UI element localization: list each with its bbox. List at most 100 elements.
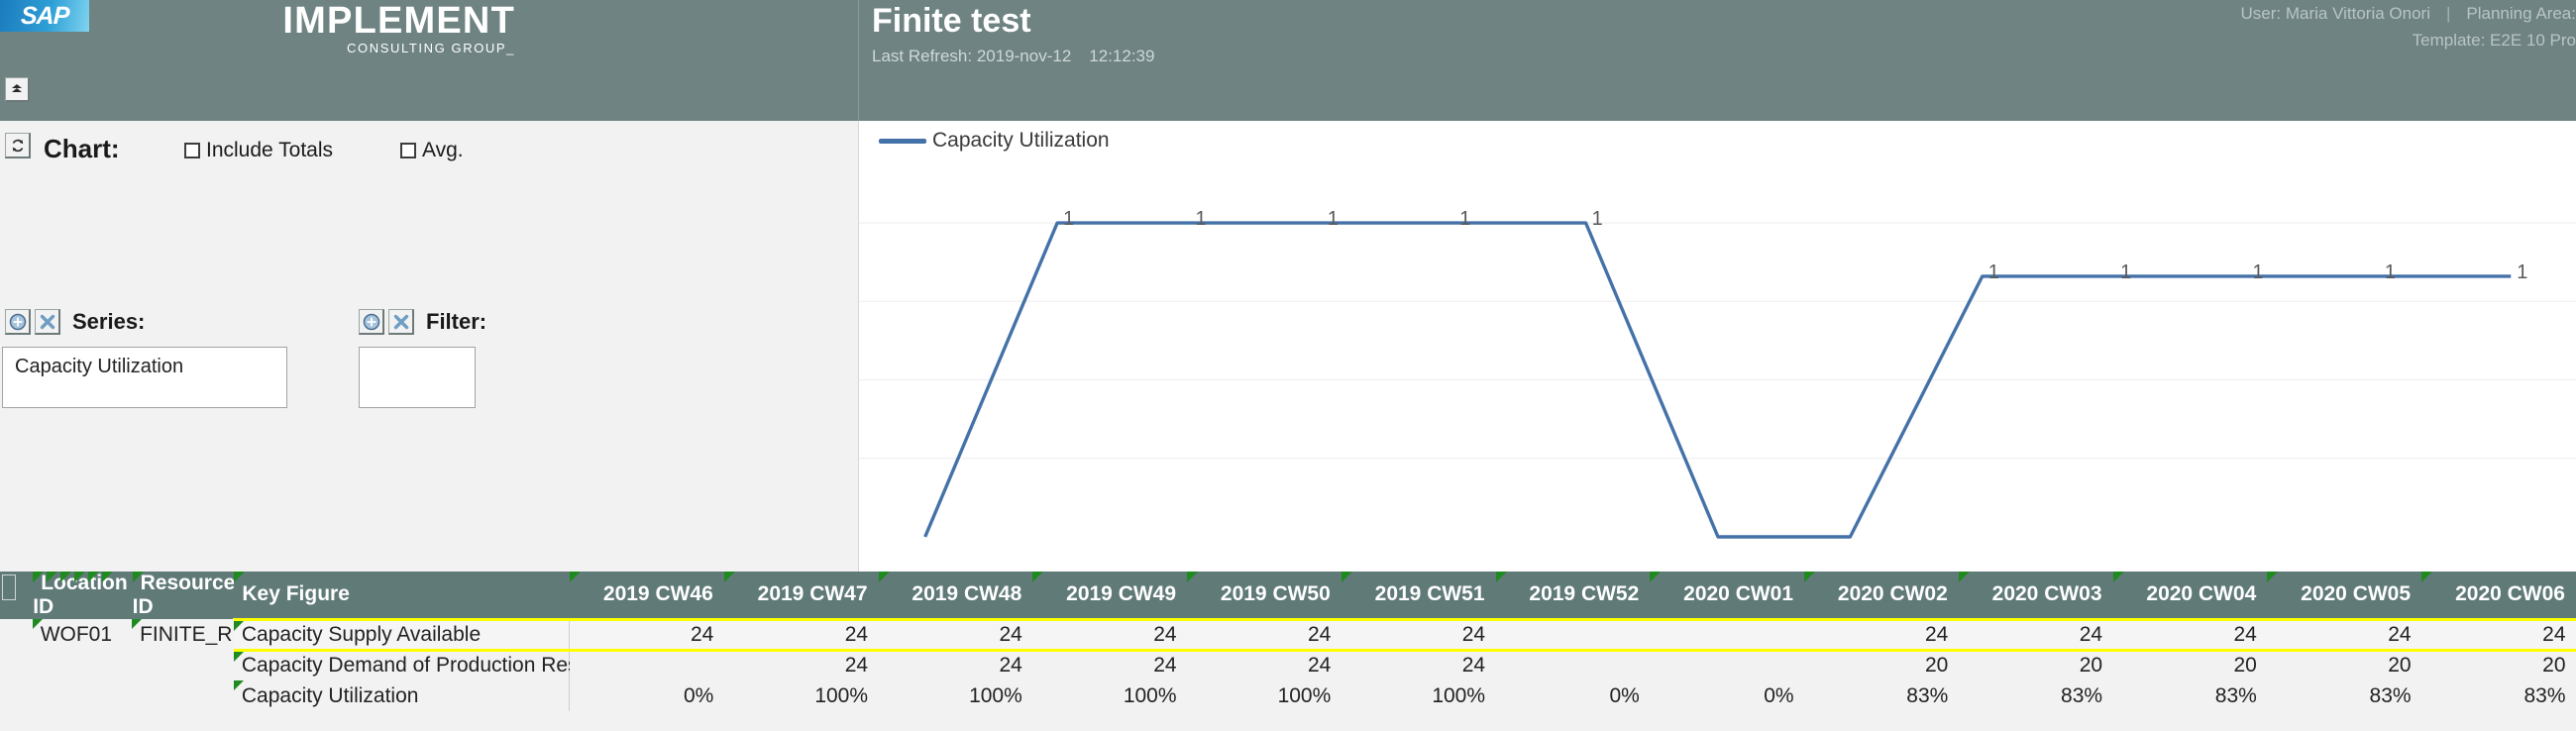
collapse-up-icon bbox=[12, 84, 22, 92]
cell-value[interactable]: 24 bbox=[723, 650, 879, 680]
cell-value[interactable]: 0% bbox=[1649, 680, 1804, 711]
row-selector[interactable] bbox=[0, 650, 33, 680]
cell-value[interactable]: 24 bbox=[1958, 617, 2113, 652]
cell-value-text: 20 bbox=[1924, 654, 1949, 678]
cell-value[interactable]: 24 bbox=[723, 617, 879, 652]
cell-value[interactable]: 24 bbox=[1186, 650, 1342, 680]
column-header-period[interactable]: 2019 CW48 bbox=[878, 572, 1033, 619]
column-header-period[interactable]: 2020 CW01 bbox=[1649, 572, 1805, 619]
cell-value[interactable]: 0% bbox=[569, 680, 724, 711]
cell-value[interactable]: 83% bbox=[1803, 680, 1959, 711]
cell-location-id[interactable] bbox=[32, 680, 133, 711]
cell-value[interactable]: 83% bbox=[1958, 680, 2113, 711]
cell-value[interactable]: 100% bbox=[1031, 680, 1187, 711]
cell-location-id[interactable] bbox=[32, 650, 133, 680]
cell-value[interactable] bbox=[569, 650, 724, 680]
cell-value[interactable]: 20 bbox=[1958, 650, 2113, 680]
collapse-panel-button[interactable] bbox=[5, 77, 30, 102]
refresh-chart-button[interactable] bbox=[5, 133, 31, 158]
grid-corner-selector[interactable] bbox=[0, 572, 34, 619]
cell-value[interactable]: 100% bbox=[723, 680, 879, 711]
add-series-button[interactable] bbox=[5, 309, 31, 335]
brand-subtitle: CONSULTING GROUP_ bbox=[347, 41, 515, 55]
cell-value[interactable]: 83% bbox=[2266, 680, 2421, 711]
column-header-period[interactable]: 2020 CW02 bbox=[1803, 572, 1959, 619]
row-selector[interactable] bbox=[0, 619, 33, 650]
cell-value[interactable]: 24 bbox=[878, 617, 1032, 652]
avg-checkbox[interactable]: Avg. bbox=[400, 139, 464, 162]
cell-value[interactable]: 24 bbox=[878, 650, 1032, 680]
cell-key-figure[interactable]: Capacity Utilization bbox=[233, 680, 570, 711]
cell-resource-id[interactable] bbox=[132, 650, 234, 680]
cell-value[interactable]: 83% bbox=[2112, 680, 2267, 711]
column-header-key-figure[interactable]: Key Figure bbox=[233, 572, 571, 619]
row-selector[interactable] bbox=[0, 680, 33, 711]
include-totals-label: Include Totals bbox=[206, 139, 334, 161]
table-row[interactable]: Capacity Demand of Production Resource 24… bbox=[0, 650, 2576, 680]
cell-comment-triangle-icon bbox=[233, 651, 244, 662]
column-header-location-id[interactable]: Location ID bbox=[32, 572, 133, 619]
series-listbox[interactable]: Capacity Utilization bbox=[2, 347, 287, 408]
cell-value[interactable]: 24 bbox=[1031, 650, 1187, 680]
filter-listbox[interactable] bbox=[359, 347, 476, 408]
cell-value[interactable]: 24 bbox=[2420, 617, 2576, 652]
series-list-item[interactable]: Capacity Utilization bbox=[3, 348, 286, 378]
application-root: SAP IMPLEMENT CONSULTING GROUP_ Finite t… bbox=[0, 0, 2576, 731]
table-row[interactable]: WOF01 FINITE_RES Capacity Supply Available… bbox=[0, 617, 2576, 652]
cell-comment-triangle-icon bbox=[570, 572, 582, 582]
column-header-period[interactable]: 2020 CW06 bbox=[2420, 572, 2576, 619]
table-row[interactable]: Capacity Utilization 0% 100% 100% 100% 100% 10… bbox=[0, 680, 2576, 711]
cell-value[interactable]: 24 bbox=[2112, 617, 2267, 652]
column-header-period[interactable]: 2020 CW04 bbox=[2112, 572, 2268, 619]
column-header-label: 2019 CW49 bbox=[1066, 582, 1177, 606]
cell-resource-id[interactable] bbox=[132, 680, 234, 711]
cell-value[interactable] bbox=[1649, 650, 1804, 680]
cell-location-id[interactable]: WOF01 bbox=[32, 619, 133, 650]
cell-value[interactable]: 24 bbox=[1186, 617, 1342, 652]
add-filter-button[interactable] bbox=[359, 309, 384, 335]
column-header-period[interactable]: 2019 CW51 bbox=[1341, 572, 1496, 619]
column-header-period[interactable]: 2020 CW03 bbox=[1958, 572, 2113, 619]
cell-value-text: 24 bbox=[1461, 622, 1486, 646]
column-header-period[interactable]: 2019 CW46 bbox=[569, 572, 724, 619]
cell-value[interactable]: 0% bbox=[1495, 680, 1650, 711]
column-header-period[interactable]: 2019 CW52 bbox=[1495, 572, 1651, 619]
column-header-period[interactable]: 2020 CW05 bbox=[2266, 572, 2422, 619]
cell-value[interactable]: 20 bbox=[2420, 650, 2576, 680]
cell-value[interactable]: 24 bbox=[1031, 617, 1187, 652]
cell-key-figure[interactable]: Capacity Demand of Production Resource bbox=[233, 650, 630, 680]
include-totals-checkbox[interactable]: Include Totals bbox=[184, 139, 333, 162]
empty-cell bbox=[132, 711, 234, 731]
remove-series-button[interactable] bbox=[35, 309, 60, 335]
column-header-resource-id[interactable]: Resource ID bbox=[132, 572, 235, 619]
column-header-period[interactable]: 2019 CW49 bbox=[1031, 572, 1188, 619]
cell-value[interactable]: 20 bbox=[1803, 650, 1959, 680]
cell-text: Capacity Supply Available bbox=[241, 622, 482, 646]
empty-cell bbox=[233, 711, 570, 731]
cell-key-figure[interactable]: Capacity Supply Available bbox=[233, 617, 570, 652]
cell-value[interactable] bbox=[1495, 617, 1650, 652]
cell-value-text: 24 bbox=[844, 622, 869, 646]
cell-value[interactable]: 24 bbox=[2266, 617, 2421, 652]
column-header-period[interactable]: 2019 CW47 bbox=[723, 572, 879, 619]
cell-value[interactable]: 100% bbox=[1186, 680, 1342, 711]
cell-value[interactable]: 24 bbox=[569, 617, 724, 652]
cell-value[interactable]: 100% bbox=[1341, 680, 1496, 711]
cell-value[interactable] bbox=[1495, 650, 1650, 680]
cell-value[interactable]: 24 bbox=[1803, 617, 1959, 652]
cell-value[interactable]: 20 bbox=[2266, 650, 2421, 680]
column-header-label: 2020 CW05 bbox=[2301, 582, 2412, 606]
column-header-label: 2019 CW50 bbox=[1220, 582, 1331, 606]
cell-value-text: 20 bbox=[2233, 654, 2257, 678]
cell-value[interactable]: 24 bbox=[1341, 650, 1496, 680]
cell-resource-id[interactable]: FINITE_RES bbox=[132, 619, 260, 650]
column-header-period[interactable]: 2019 CW50 bbox=[1186, 572, 1342, 619]
cell-value-text: 100% bbox=[1123, 683, 1177, 707]
cell-value[interactable]: 20 bbox=[2112, 650, 2267, 680]
cell-value[interactable]: 100% bbox=[878, 680, 1032, 711]
cell-value[interactable] bbox=[1649, 617, 1804, 652]
svg-text:1: 1 bbox=[1592, 208, 1603, 230]
cell-value[interactable]: 83% bbox=[2420, 680, 2576, 711]
remove-filter-button[interactable] bbox=[388, 309, 414, 335]
cell-value[interactable]: 24 bbox=[1341, 617, 1496, 652]
